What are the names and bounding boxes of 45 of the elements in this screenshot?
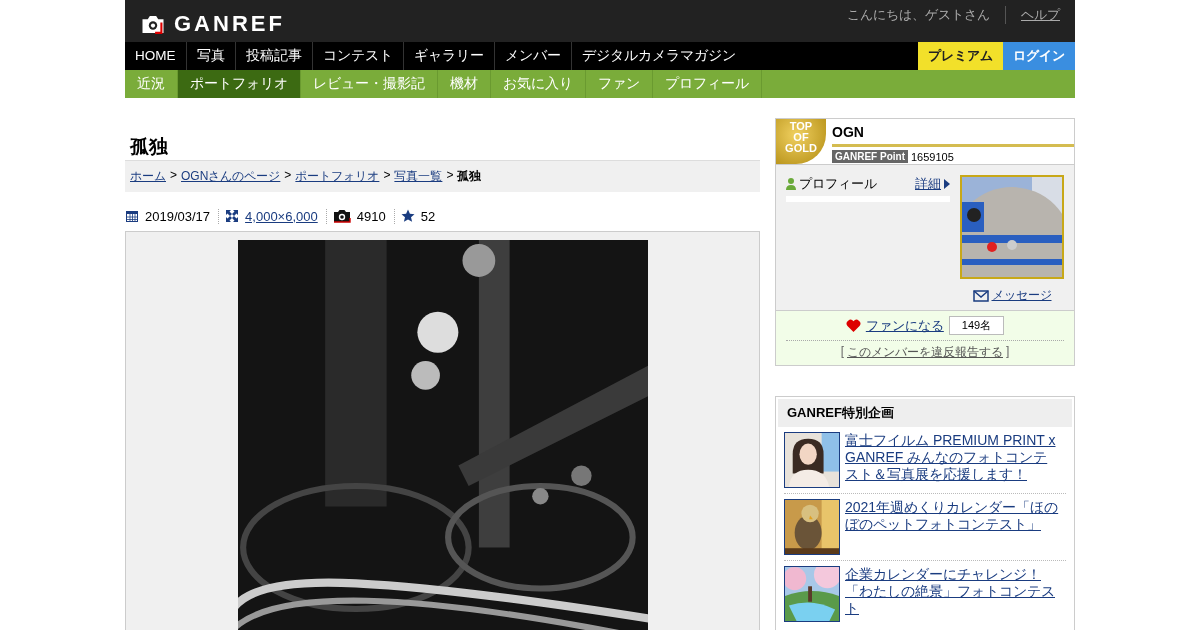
breadcrumb-link[interactable]: ポートフォリオ [295,168,380,185]
breadcrumb-link[interactable]: ホーム [130,168,166,185]
special-link[interactable]: 企業カレンダーにチャレンジ！「わたしの絶景」フォトコンテスト [845,566,1060,622]
special-heading: GANREF特別企画 [778,399,1072,427]
breadcrumb-separator: > [284,168,292,184]
report-link[interactable]: このメンバーを違反報告する [847,344,1003,361]
heart-icon [845,319,861,332]
premium-button[interactable]: プレミアム [918,42,1003,70]
favorite-count: 52 [420,208,436,224]
camera-icon [332,209,351,223]
date-text: 2019/03/17 [145,208,211,224]
person-icon [786,178,796,190]
envelope-icon [972,289,989,302]
special-link[interactable]: 2021年週めくりカレンダー「ほのぼのペットフォトコンテスト」 [845,499,1060,555]
message-link[interactable]: メッセージ [991,287,1052,304]
breadcrumb-separator: > [446,168,454,184]
photo-title: 孤独 [130,135,169,159]
point-label: GANREF Point [832,150,908,163]
point-value: 1659105 [911,150,954,163]
site-logo[interactable]: GANREF [140,11,285,37]
triangle-icon [944,179,950,189]
view-count: 4910 [356,208,386,224]
member-name: OGN [832,119,1074,147]
bracket-text: ] [1006,344,1010,360]
breadcrumb-current: 孤独 [457,168,482,185]
fan-link[interactable]: ファンになる [865,316,944,335]
help-link[interactable]: ヘルプ [1021,6,1060,24]
breadcrumb-separator: > [383,168,391,184]
breadcrumb-link[interactable]: 写真一覧 [394,168,443,185]
fan-count: 149名 [948,316,1005,335]
subnav-tab[interactable]: ポートフォリオ [178,70,301,98]
nav-item[interactable]: HOME [125,42,186,70]
detail-link[interactable]: 詳細 [915,175,941,193]
star-icon [400,209,415,223]
rank-badge: TOP OF GOLD [776,119,826,164]
expand-icon [225,209,240,223]
camera-icon [140,13,166,35]
special-link[interactable]: 富士フイルム PREMIUM PRINT x GANREF みんなのフォトコンテスト＆写真展を応援します！ [845,432,1060,488]
calendar-icon [125,209,139,223]
profile-heading: プロフィール [799,175,877,193]
breadcrumb-link[interactable]: OGNさんのページ [181,168,281,185]
greeting-text: こんにちは、ゲストさん [847,6,1006,24]
size-link[interactable]: 4,000×6,000 [245,208,318,224]
breadcrumb-separator: > [170,168,177,184]
bracket-text: [ [840,344,844,360]
